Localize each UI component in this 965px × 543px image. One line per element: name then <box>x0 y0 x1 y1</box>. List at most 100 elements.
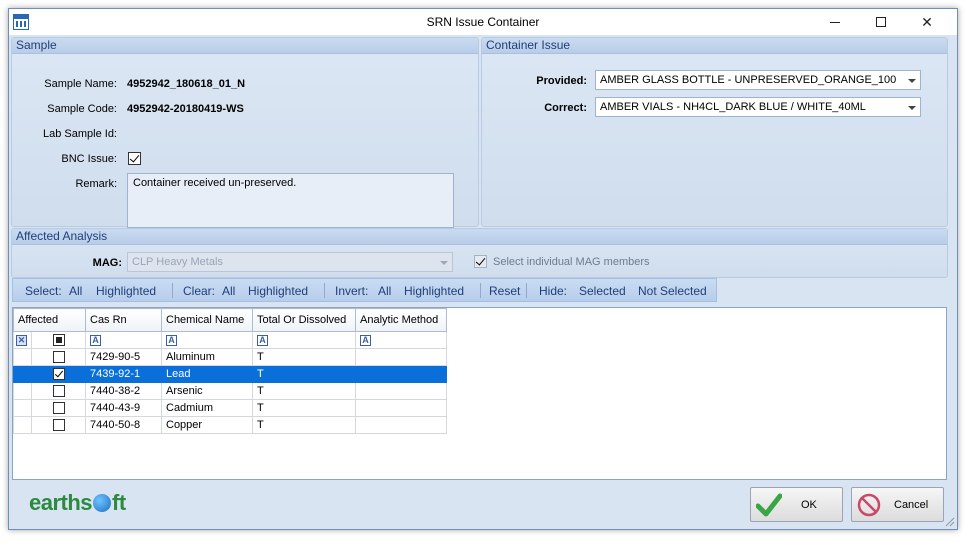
analytic-method-cell <box>355 399 447 417</box>
table-row[interactable]: 7440-43-9 Cadmium T <box>13 399 447 417</box>
affected-cell[interactable] <box>31 416 86 434</box>
column-header-affected[interactable]: Affected <box>13 308 86 332</box>
total-or-dissolved-cell: T <box>252 416 356 434</box>
table-row[interactable]: 7429-90-5 Aluminum T <box>13 348 447 366</box>
sample-panel: Sample Sample Name: 4952942_180618_01_N … <box>11 37 479 228</box>
affected-checkbox[interactable] <box>52 419 65 432</box>
total-or-dissolved-cell: T <box>252 348 356 366</box>
analysis-grid: Affected Cas Rn Chemical Name Total Or D… <box>13 308 447 434</box>
table-row[interactable]: 7440-38-2 Arsenic T <box>13 382 447 400</box>
filter-icon[interactable]: A <box>257 335 268 346</box>
ok-button[interactable]: OK <box>750 487 843 522</box>
dropdown-arrow-icon <box>908 106 916 110</box>
affected-analysis-panel: Affected Analysis MAG: CLP Heavy Metals … <box>11 228 948 278</box>
select-all-link[interactable]: All <box>69 284 82 298</box>
bnc-issue-checkbox[interactable] <box>128 152 141 165</box>
cas-rn-cell: 7440-38-2 <box>85 382 162 400</box>
column-header-total-or-dissolved[interactable]: Total Or Dissolved <box>252 308 356 332</box>
table-row[interactable]: 7439-92-1 Lead T <box>13 365 447 383</box>
invert-label: Invert: <box>335 284 369 298</box>
sample-name-value: 4952942_180618_01_N <box>127 78 246 90</box>
toolbar-divider <box>172 283 173 298</box>
checkmark-icon <box>756 493 782 517</box>
mag-combo[interactable]: CLP Heavy Metals <box>127 252 453 272</box>
filter-analytic-method-cell[interactable]: A <box>355 331 447 349</box>
affected-cell[interactable] <box>31 348 86 366</box>
affected-checkbox[interactable] <box>52 402 65 415</box>
correct-label: Correct: <box>544 102 587 114</box>
select-mag-members-label: Select individual MAG members <box>493 256 650 268</box>
column-header-analytic-method[interactable]: Analytic Method <box>355 308 447 332</box>
minimize-button[interactable] <box>812 9 858 35</box>
analysis-grid-area: Affected Cas Rn Chemical Name Total Or D… <box>12 307 947 480</box>
sample-name-label: Sample Name: <box>44 78 117 90</box>
toolbar-divider <box>526 283 527 298</box>
sample-panel-header: Sample <box>12 38 478 54</box>
clear-all-link[interactable]: All <box>222 284 235 298</box>
lab-sample-id-label: Lab Sample Id: <box>43 128 117 140</box>
hide-not-selected-link[interactable]: Not Selected <box>638 284 707 298</box>
cas-rn-cell: 7440-43-9 <box>85 399 162 417</box>
filter-clear-icon[interactable]: ✕ <box>16 335 27 346</box>
chemical-name-cell: Copper <box>161 416 253 434</box>
cas-rn-cell: 7429-90-5 <box>85 348 162 366</box>
mag-combo-value: CLP Heavy Metals <box>132 256 223 268</box>
affected-cell[interactable] <box>31 382 86 400</box>
affected-cell[interactable] <box>31 365 86 383</box>
select-mag-members-checkbox[interactable] <box>474 255 487 268</box>
filter-chemical-name-cell[interactable]: A <box>161 331 253 349</box>
filter-icon[interactable]: A <box>90 335 101 346</box>
correct-combo-value: AMBER VIALS - NH4CL_DARK BLUE / WHITE_40… <box>600 101 866 113</box>
dropdown-arrow-icon <box>440 261 448 265</box>
total-or-dissolved-cell: T <box>252 365 356 383</box>
invert-all-link[interactable]: All <box>378 284 391 298</box>
maximize-button[interactable] <box>858 9 904 35</box>
select-highlighted-link[interactable]: Highlighted <box>96 284 156 298</box>
sample-code-value: 4952942-20180419-WS <box>127 103 244 115</box>
selection-toolbar: Select: All Highlighted Clear: All Highl… <box>12 278 717 302</box>
provided-combo[interactable]: AMBER GLASS BOTTLE - UNPRESERVED_ORANGE_… <box>595 70 921 90</box>
srn-issue-container-window: SRN Issue Container ✕ Sample Sample Name… <box>8 8 958 530</box>
affected-checkbox[interactable] <box>52 368 65 381</box>
logo-text-after: ft <box>112 490 126 515</box>
filter-row-indicator: ✕ <box>13 331 32 349</box>
remark-label: Remark: <box>75 178 117 190</box>
filter-icon[interactable]: A <box>166 335 177 346</box>
filter-affected-cell[interactable] <box>31 331 86 349</box>
remark-textarea[interactable]: Container received un-preserved. <box>127 173 454 228</box>
logo-text-before: earths <box>29 490 93 515</box>
row-indicator <box>13 365 32 383</box>
container-issue-panel: Container Issue Provided: AMBER GLASS BO… <box>481 37 948 227</box>
reset-link[interactable]: Reset <box>489 284 520 298</box>
chemical-name-cell: Lead <box>161 365 253 383</box>
invert-highlighted-link[interactable]: Highlighted <box>404 284 464 298</box>
title-bar: SRN Issue Container ✕ <box>9 9 957 35</box>
sample-code-label: Sample Code: <box>47 103 117 115</box>
filter-total-or-dissolved-cell[interactable]: A <box>252 331 356 349</box>
hide-label: Hide: <box>539 284 568 298</box>
correct-combo[interactable]: AMBER VIALS - NH4CL_DARK BLUE / WHITE_40… <box>595 97 921 117</box>
column-header-chemical-name[interactable]: Chemical Name <box>161 308 253 332</box>
cancel-button[interactable]: Cancel <box>851 487 944 522</box>
affected-checkbox[interactable] <box>52 385 65 398</box>
analytic-method-cell <box>355 382 447 400</box>
toolbar-divider <box>480 283 481 298</box>
hide-selected-link[interactable]: Selected <box>579 284 626 298</box>
row-indicator <box>13 382 32 400</box>
close-button[interactable]: ✕ <box>904 9 950 35</box>
resize-grip-icon[interactable] <box>943 515 955 527</box>
filter-cas-rn-cell[interactable]: A <box>85 331 162 349</box>
ok-button-label: OK <box>801 499 817 511</box>
column-header-cas-rn[interactable]: Cas Rn <box>85 308 162 332</box>
filter-row: ✕ A A A A <box>13 331 447 349</box>
affected-cell[interactable] <box>31 399 86 417</box>
chemical-name-cell: Cadmium <box>161 399 253 417</box>
filter-affected-checkbox[interactable] <box>52 334 65 347</box>
affected-checkbox[interactable] <box>52 351 65 364</box>
filter-icon[interactable]: A <box>360 335 371 346</box>
mag-label: MAG: <box>92 257 122 269</box>
table-row[interactable]: 7440-50-8 Copper T <box>13 416 447 434</box>
clear-label: Clear: <box>183 284 216 298</box>
clear-highlighted-link[interactable]: Highlighted <box>248 284 308 298</box>
dropdown-arrow-icon <box>908 79 916 83</box>
